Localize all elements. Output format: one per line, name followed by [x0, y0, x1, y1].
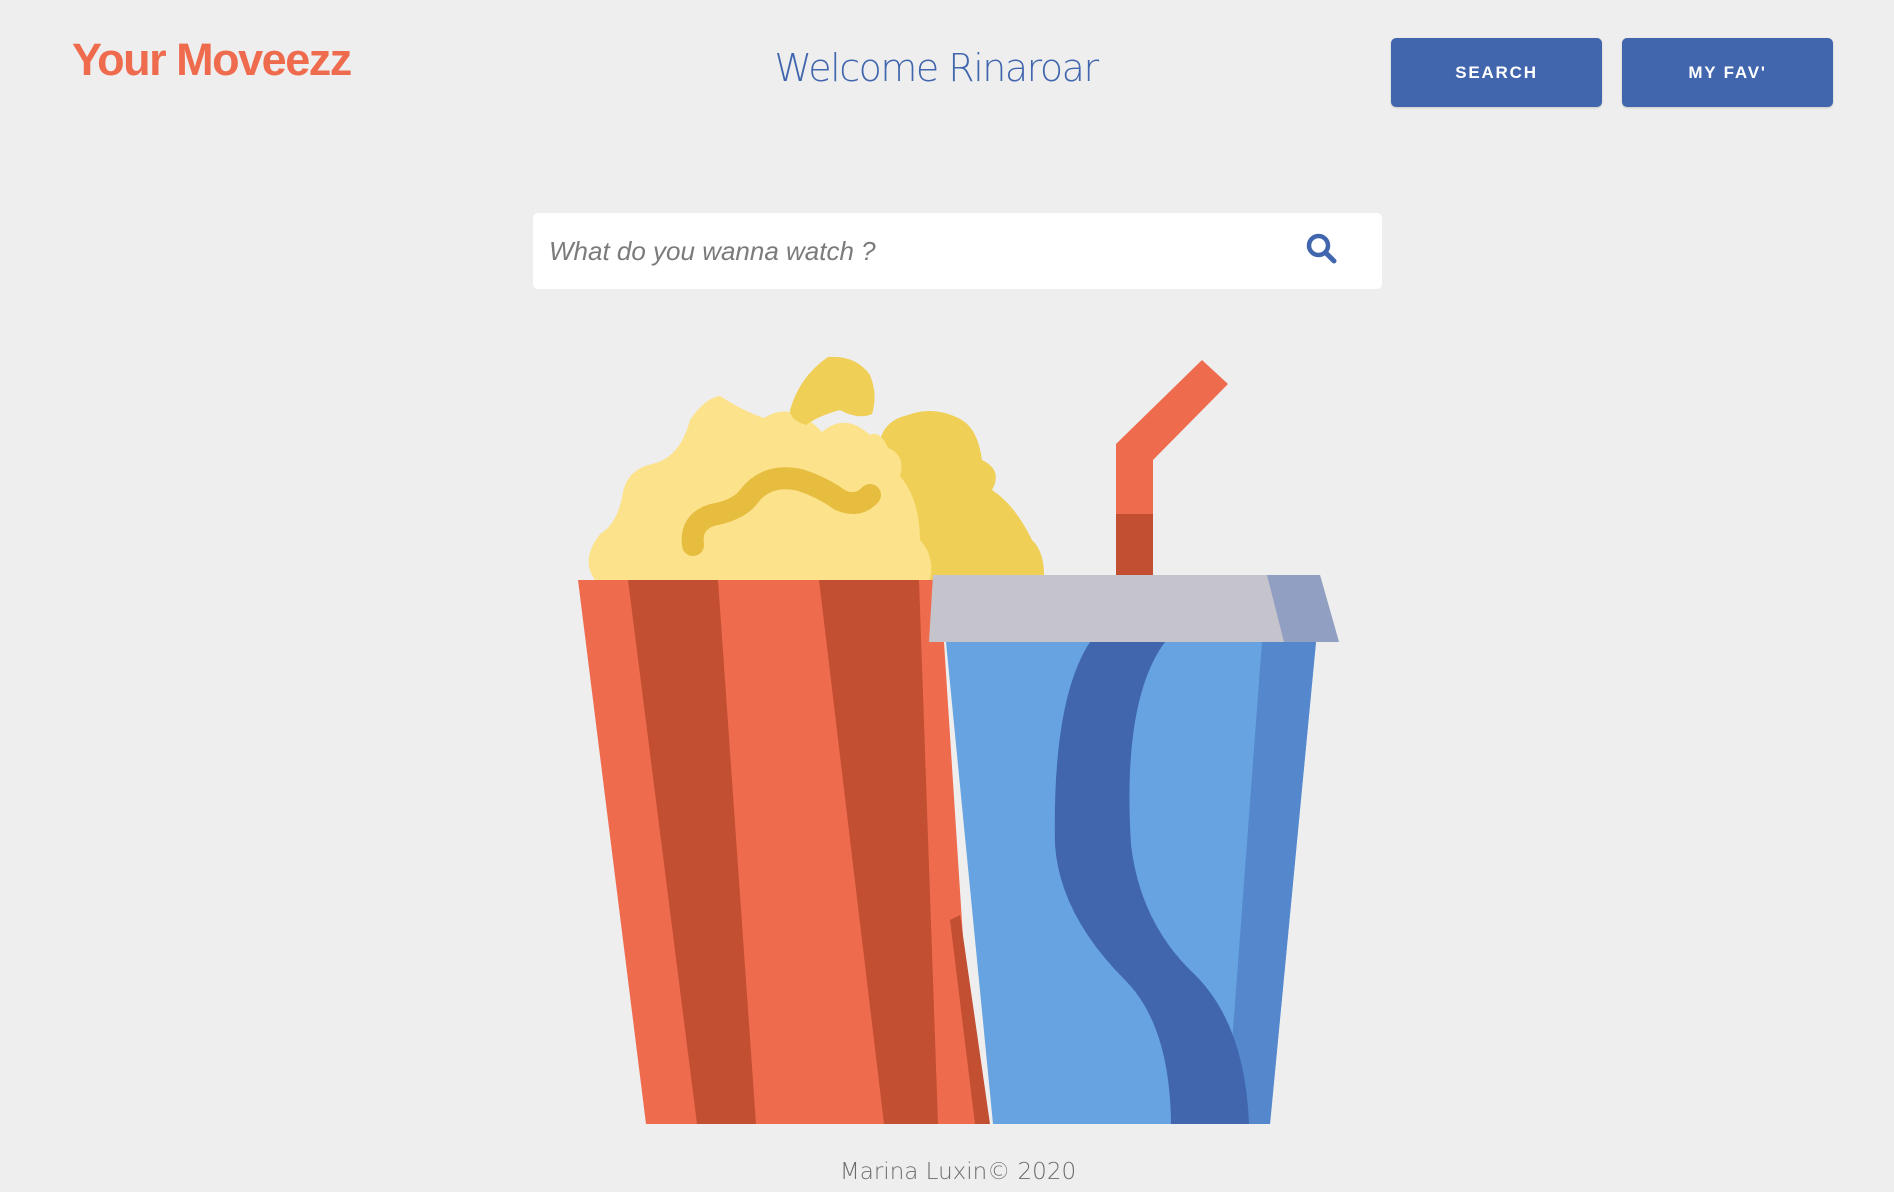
soda-straw-icon — [1116, 360, 1228, 576]
search-icon[interactable] — [1305, 232, 1339, 266]
search-input[interactable] — [549, 213, 1289, 289]
my-favorites-button[interactable]: MY FAV' — [1622, 38, 1833, 107]
soda-cup-icon — [929, 575, 1339, 1124]
search-bar — [533, 213, 1382, 289]
popcorn-icon — [588, 356, 1045, 580]
popcorn-and-soda-illustration — [578, 356, 1339, 1124]
popcorn-bucket-icon — [578, 580, 975, 1124]
footer-copyright: Marina Luxin© 2020 — [839, 1159, 1077, 1185]
search-nav-button[interactable]: SEARCH — [1391, 38, 1602, 107]
